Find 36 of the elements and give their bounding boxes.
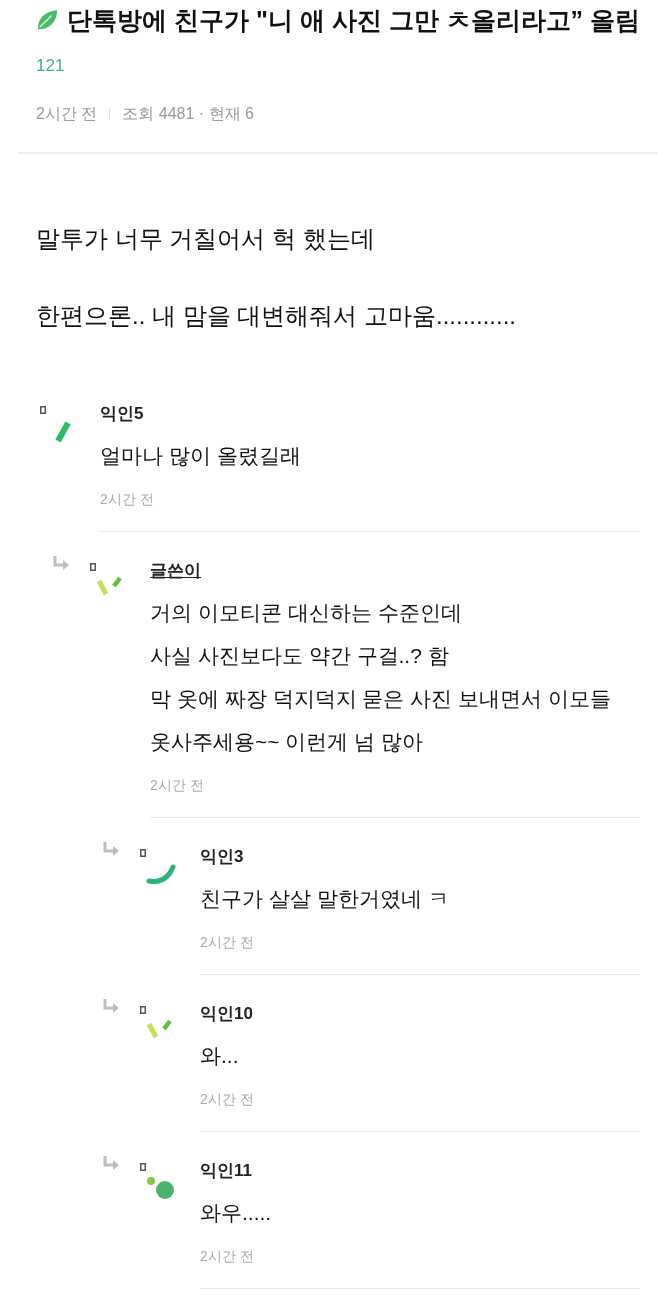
rectangle-icon	[140, 849, 146, 857]
post-time: 2시간 전	[36, 105, 98, 122]
comment-time: 2시간 전	[200, 1090, 255, 1109]
rectangle-icon	[140, 1006, 146, 1014]
comment-author: 글쓴이	[150, 560, 201, 582]
comment-author: 익인10	[200, 1003, 253, 1025]
comment-time: 2시간 전	[200, 1247, 255, 1266]
rectangle-icon	[90, 563, 96, 571]
post-body-text: 한편으론.. 내 맘을 대변해줘서 고마움............	[36, 301, 518, 331]
leaf-icon	[36, 9, 58, 31]
reply-arrow-icon	[102, 999, 120, 1014]
reply-arrow-icon	[102, 842, 120, 857]
comment-time: 2시간 전	[200, 933, 255, 952]
comment-text: 와우.....	[200, 1200, 273, 1226]
avatar-icon	[146, 1175, 174, 1199]
comment-text: 친구가 살살 말한거였네 ㅋ	[200, 886, 450, 912]
avatar-icon	[54, 420, 72, 444]
comment-time: 2시간 전	[150, 776, 205, 795]
comment-count: 121	[36, 55, 65, 77]
comment-text: 얼마나 많이 올렸길래	[100, 443, 302, 469]
avatar-icon	[146, 863, 176, 885]
comment-author: 익인5	[100, 403, 144, 425]
comment-text: 와...	[200, 1043, 240, 1069]
reply-arrow-icon	[102, 1156, 120, 1171]
rectangle-icon	[40, 406, 46, 414]
avatar-icon	[96, 575, 124, 597]
rectangle-icon	[140, 1163, 146, 1171]
reply-arrow-icon	[52, 556, 70, 571]
post-title: 단톡방에 친구가 "니 애 사진 그만 ㅊ올리라고” 올림	[67, 5, 640, 36]
comment-time: 2시간 전	[100, 490, 155, 509]
avatar-icon	[146, 1018, 174, 1040]
comment-author: 익인11	[200, 1160, 252, 1182]
view-stats: 조회 4481 · 현재 6	[122, 105, 254, 122]
comment-author: 익인3	[200, 846, 244, 868]
post-body-text: 말투가 너무 거칠어서 헉 했는데	[36, 224, 376, 254]
comment-text: 거의 이모티콘 대신하는 수준인데 사실 사진보다도 약간 구걸..? 함 막 옷에 짜장 덕지덕지 묻은 사진 보내면서 이모들 옷사주세용~~ 이런게 넘 많아	[150, 600, 612, 755]
